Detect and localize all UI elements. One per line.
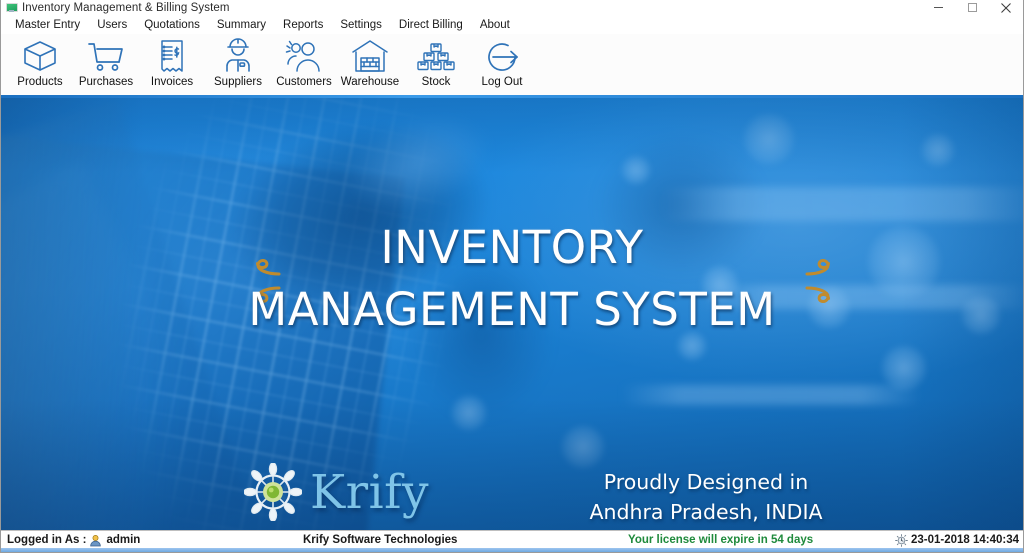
- toolbar-button-suppliers[interactable]: Suppliers: [205, 34, 271, 93]
- toolbar-button-invoices[interactable]: Invoices: [139, 34, 205, 93]
- maximize-button[interactable]: [955, 0, 989, 15]
- menu-item-settings[interactable]: Settings: [332, 17, 391, 33]
- menu-bar: Master Entry Users Quotations Summary Re…: [1, 15, 1023, 34]
- user-icon: [89, 534, 102, 547]
- status-datetime: 23-01-2018 14:40:34: [895, 531, 1019, 549]
- menu-item-summary[interactable]: Summary: [209, 17, 275, 33]
- status-bar: Logged in As : admin Krify Software Tech…: [1, 530, 1023, 552]
- status-datetime-text: 23-01-2018 14:40:34: [911, 534, 1020, 546]
- toolbar-button-products[interactable]: Products: [7, 34, 73, 93]
- worker-helmet-icon: [216, 37, 260, 75]
- menu-item-users[interactable]: Users: [89, 17, 136, 33]
- stacked-boxes-icon: [414, 37, 458, 75]
- krify-wordmark: Krify: [310, 464, 430, 520]
- hero-top-divider: [1, 95, 1023, 98]
- menu-item-about[interactable]: About: [472, 17, 519, 33]
- toolbar-label-invoices: Invoices: [150, 76, 194, 88]
- shopping-cart-icon: [84, 37, 128, 75]
- krify-starburst-icon: [244, 463, 302, 521]
- krify-logo: Krify: [244, 463, 429, 521]
- people-group-icon: [282, 37, 326, 75]
- title-bar: Inventory Management & Billing System: [1, 0, 1023, 15]
- minimize-button[interactable]: [921, 0, 955, 15]
- designed-in-block: Proudly Designed in Andhra Pradesh, INDI…: [561, 467, 851, 527]
- toolbar-button-stock[interactable]: Stock: [403, 34, 469, 93]
- menu-item-quotations[interactable]: Quotations: [136, 17, 209, 33]
- logged-in-username: admin: [106, 534, 141, 546]
- close-button[interactable]: [989, 0, 1023, 15]
- receipt-dollar-icon: [150, 37, 194, 75]
- status-company: Krify Software Technologies: [303, 534, 458, 546]
- toolbar-label-products: Products: [17, 76, 63, 88]
- toolbar: Products Purchases Invoices Suppliers Cu…: [1, 34, 1023, 95]
- toolbar-label-logout: Log Out: [481, 76, 523, 88]
- toolbar-button-customers[interactable]: Customers: [271, 34, 337, 93]
- logged-in-label: Logged in As :: [7, 534, 87, 546]
- menu-item-direct-billing[interactable]: Direct Billing: [391, 17, 472, 33]
- toolbar-button-purchases[interactable]: Purchases: [73, 34, 139, 93]
- clock-icon: [895, 533, 908, 547]
- status-logged-in: Logged in As : admin: [7, 531, 140, 549]
- window-controls: [921, 0, 1023, 15]
- toolbar-label-customers: Customers: [276, 76, 332, 88]
- splash-hero: INVENTORY MANAGEMENT SYSTEM Krify Proudl…: [1, 95, 1023, 530]
- status-license-message: Your license will expire in 54 days: [628, 534, 814, 546]
- hero-title-line-2: MANAGEMENT SYSTEM: [248, 283, 776, 336]
- toolbar-label-warehouse: Warehouse: [340, 76, 400, 88]
- toolbar-label-purchases: Purchases: [78, 76, 134, 88]
- designed-line-1: Proudly Designed in: [603, 470, 809, 494]
- toolbar-button-logout[interactable]: Log Out: [469, 34, 535, 93]
- toolbar-button-warehouse[interactable]: Warehouse: [337, 34, 403, 93]
- warehouse-icon: [348, 37, 392, 75]
- monitor-icon: [6, 2, 18, 13]
- designed-line-2: Andhra Pradesh, INDIA: [589, 500, 823, 524]
- toolbar-label-stock: Stock: [421, 76, 451, 88]
- window-title: Inventory Management & Billing System: [22, 1, 230, 14]
- logout-arrow-icon: [480, 37, 524, 75]
- toolbar-label-suppliers: Suppliers: [214, 76, 262, 88]
- menu-item-reports[interactable]: Reports: [275, 17, 332, 33]
- menu-item-master-entry[interactable]: Master Entry: [7, 17, 89, 33]
- application-window: Inventory Management & Billing System Ma…: [0, 0, 1024, 553]
- box-icon: [18, 37, 62, 75]
